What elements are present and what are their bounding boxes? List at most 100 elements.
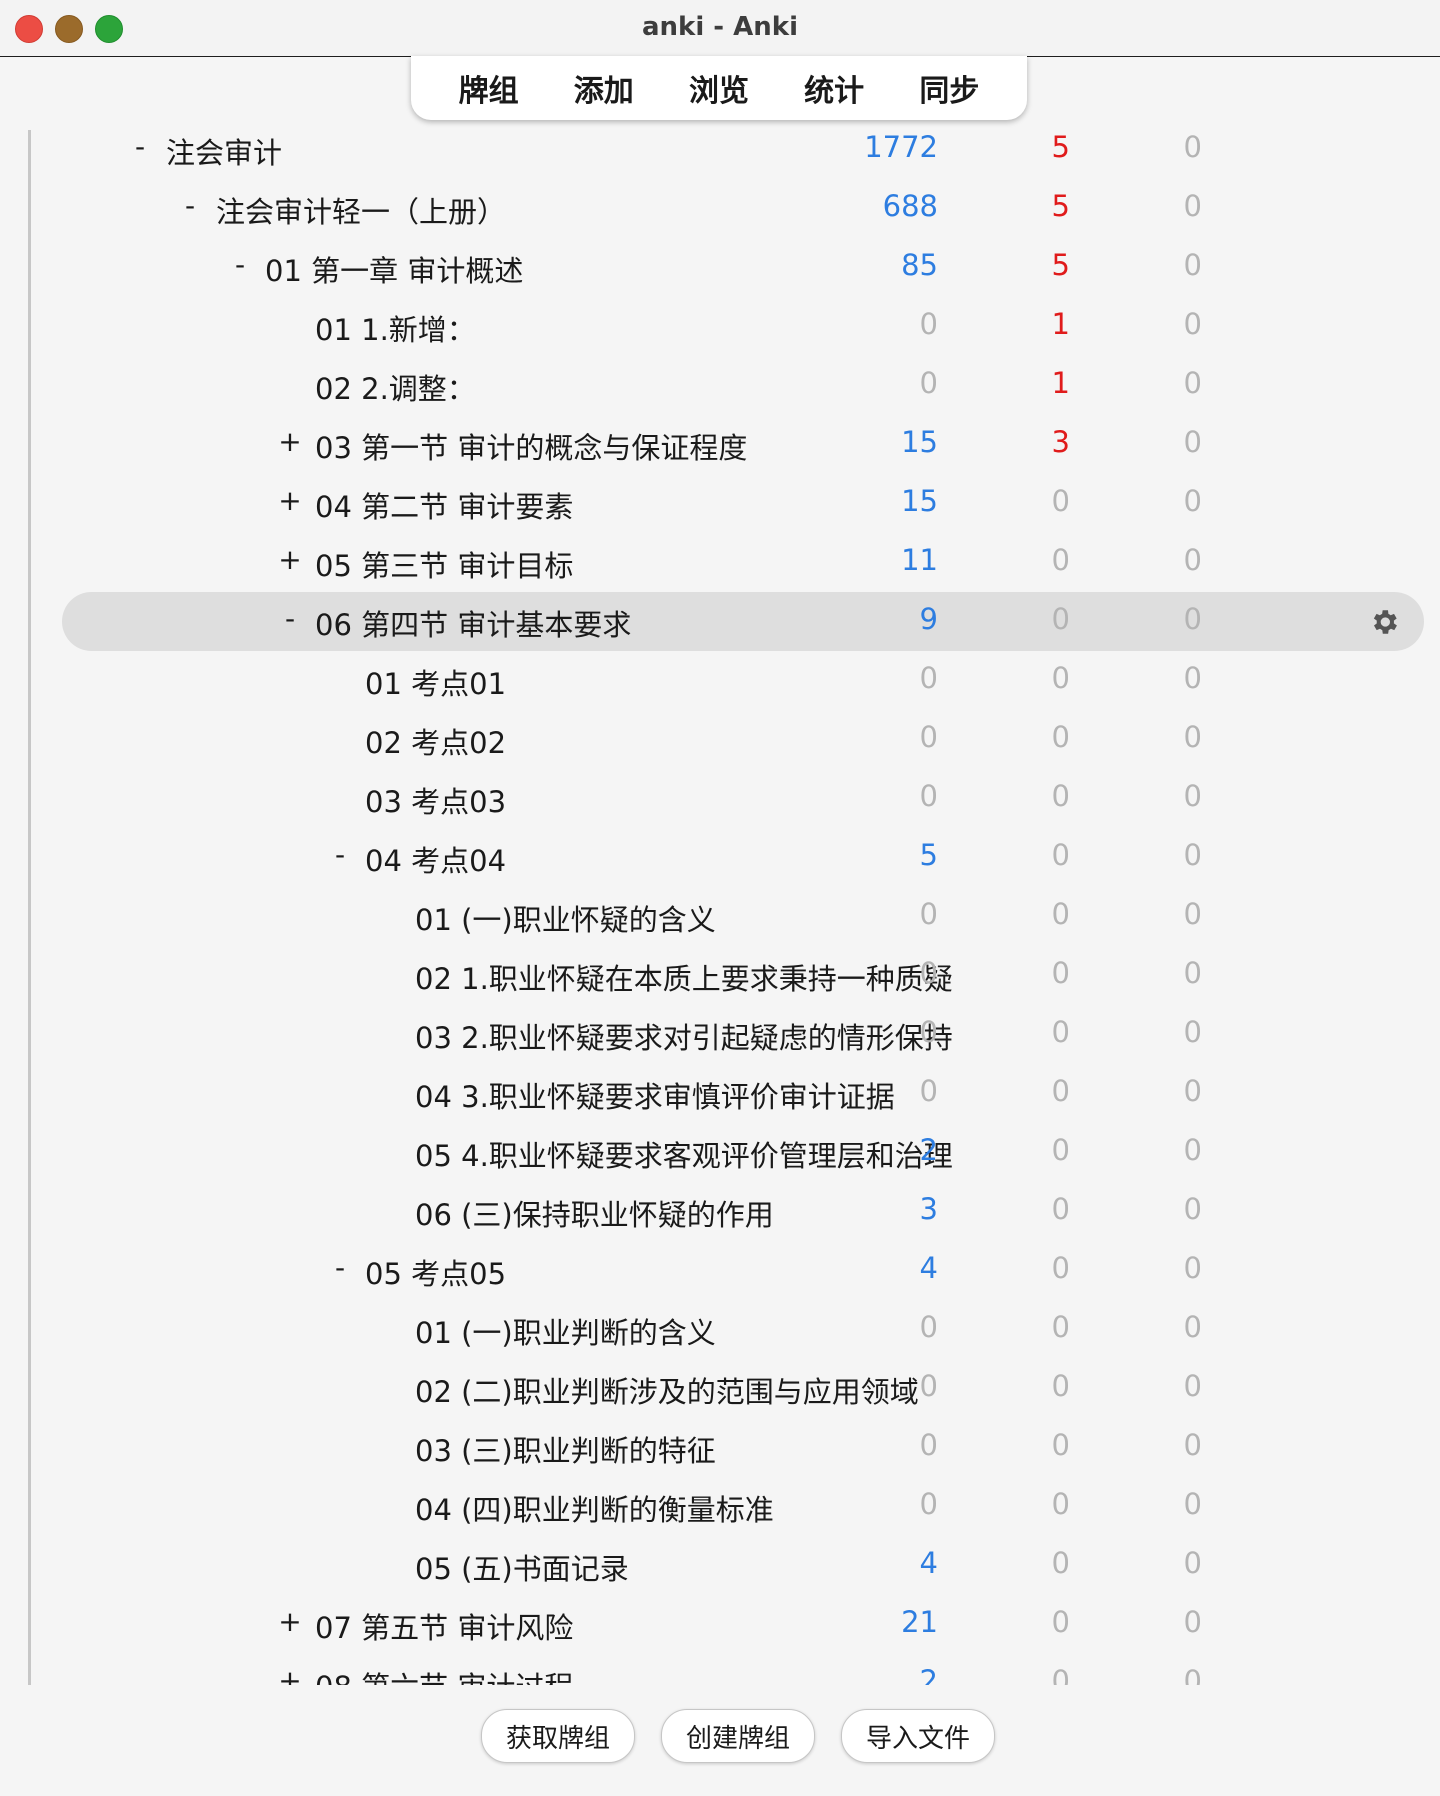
create-deck-button[interactable]: 创建牌组 [661,1709,815,1763]
new-count: 0 [919,307,938,341]
deck-row[interactable]: -04 考点04 5 0 0 [0,828,1440,887]
deck-list: - 注会审计 1772 5 0- 注会审计轻一（上册） 688 5 0-01 第一章 审计概述 8… [0,120,1440,1685]
deck-row[interactable]: 02 考点02 0 0 0 [0,710,1440,769]
deck-row[interactable]: -01 第一章 审计概述 85 5 0 [0,238,1440,297]
review-count: 0 [1183,130,1202,164]
deck-row[interactable]: 01 1.新增： 0 1 0 [0,297,1440,356]
collapse-toggle[interactable]: - [128,130,152,163]
learn-count: 0 [1051,661,1070,695]
deck-name[interactable]: 02 考点02 [365,720,506,762]
toolbar-decks[interactable]: 牌组 [453,60,525,116]
new-count: 0 [919,779,938,813]
deck-name[interactable]: 03 考点03 [365,779,506,821]
deck-name[interactable]: 01 (一)职业怀疑的含义 [415,897,716,939]
deck-row[interactable]: 02 1.职业怀疑在本质上要求秉持一种质疑 0 0 0 [0,946,1440,1005]
deck-name[interactable]: 01 (一)职业判断的含义 [415,1310,716,1352]
collapse-toggle[interactable]: - [328,1251,352,1284]
deck-row[interactable]: 03 考点03 0 0 0 [0,769,1440,828]
collapse-toggle[interactable]: - [228,248,252,281]
learn-count: 0 [1051,602,1070,636]
collapse-toggle[interactable]: + [278,543,302,576]
deck-row[interactable]: 04 (四)职业判断的衡量标准 0 0 0 [0,1477,1440,1536]
learn-count: 0 [1051,720,1070,754]
deck-name[interactable]: 01 考点01 [365,661,506,703]
deck-row[interactable]: 02 (二)职业判断涉及的范围与应用领域 0 0 0 [0,1359,1440,1418]
new-count: 4 [919,1251,938,1285]
new-count: 688 [882,189,938,223]
collapse-toggle[interactable]: - [178,189,202,222]
deck-row[interactable]: 01 (一)职业判断的含义 0 0 0 [0,1300,1440,1359]
deck-name[interactable]: 06 (三)保持职业怀疑的作用 [415,1192,774,1234]
deck-name[interactable]: 05 (五)书面记录 [415,1546,629,1588]
review-count: 0 [1183,484,1202,518]
deck-row[interactable]: +08 第六节 审计过程 2 0 0 [0,1654,1440,1685]
import-file-button[interactable]: 导入文件 [841,1709,995,1763]
new-count: 4 [919,1546,938,1580]
deck-name[interactable]: 08 第六节 审计过程 [315,1664,573,1685]
deck-row[interactable]: 04 3.职业怀疑要求审慎评价审计证据 0 0 0 [0,1064,1440,1123]
deck-row[interactable]: 05 (五)书面记录 4 0 0 [0,1536,1440,1595]
deck-row[interactable]: - 注会审计 1772 5 0 [0,120,1440,179]
toolbar-add[interactable]: 添加 [568,60,640,116]
deck-row[interactable]: -05 考点05 4 0 0 [0,1241,1440,1300]
review-count: 0 [1183,720,1202,754]
deck-row[interactable]: 02 2.调整： 0 1 0 [0,356,1440,415]
review-count: 0 [1183,1251,1202,1285]
collapse-toggle[interactable]: + [278,425,302,458]
deck-row[interactable]: 03 2.职业怀疑要求对引起疑虑的情形保持 0 0 0 [0,1005,1440,1064]
learn-count: 3 [1051,425,1070,459]
learn-count: 0 [1051,1664,1070,1685]
window-title: anki - Anki [642,12,798,42]
deck-name[interactable]: 01 第一章 审计概述 [265,248,523,290]
collapse-toggle[interactable]: + [278,484,302,517]
deck-row[interactable]: - 注会审计轻一（上册） 688 5 0 [0,179,1440,238]
anki-window: anki - Anki 牌组 添加 浏览 统计 同步 - 注会审计 1772 5 0- 注… [0,0,1440,1796]
new-count: 0 [919,720,938,754]
deck-row[interactable]: +03 第一节 审计的概念与保证程度 15 3 0 [0,415,1440,474]
deck-name[interactable]: 07 第五节 审计风险 [315,1605,573,1647]
new-count: 0 [919,956,938,990]
deck-row[interactable]: 01 (一)职业怀疑的含义 0 0 0 [0,887,1440,946]
get-shared-button[interactable]: 获取牌组 [481,1709,635,1763]
collapse-toggle[interactable]: - [278,602,302,635]
collapse-toggle[interactable]: + [278,1664,302,1685]
deck-name[interactable]: 06 第四节 审计基本要求 [315,602,631,644]
new-count: 15 [901,425,938,459]
new-count: 0 [919,897,938,931]
collapse-toggle[interactable]: + [278,1605,302,1638]
deck-row[interactable]: 03 (三)职业判断的特征 0 0 0 [0,1418,1440,1477]
deck-name[interactable]: 03 第一节 审计的概念与保证程度 [315,425,747,467]
deck-name[interactable]: 01 1.新增： [315,307,476,349]
deck-name[interactable]: 注会审计轻一（上册） [216,189,506,231]
deck-row[interactable]: +07 第五节 审计风险 21 0 0 [0,1595,1440,1654]
new-count: 0 [919,366,938,400]
learn-count: 0 [1051,1487,1070,1521]
review-count: 0 [1183,425,1202,459]
deck-row[interactable]: 01 考点01 0 0 0 [0,651,1440,710]
new-count: 0 [919,1428,938,1462]
deck-name[interactable]: 注会审计 [166,130,282,172]
new-count: 0 [919,1487,938,1521]
deck-name[interactable]: 05 考点05 [365,1251,506,1293]
toolbar-stats[interactable]: 统计 [798,60,870,116]
gear-icon[interactable] [1368,606,1400,638]
new-count: 0 [919,1074,938,1108]
deck-row[interactable]: +05 第三节 审计目标 11 0 0 [0,533,1440,592]
toolbar-browse[interactable]: 浏览 [683,60,755,116]
deck-name[interactable]: 05 第三节 审计目标 [315,543,573,585]
deck-name[interactable]: 03 (三)职业判断的特征 [415,1428,716,1470]
deck-name[interactable]: 04 第二节 审计要素 [315,484,573,526]
deck-name[interactable]: 04 考点04 [365,838,506,880]
deck-row[interactable]: +04 第二节 审计要素 15 0 0 [0,474,1440,533]
learn-count: 0 [1051,956,1070,990]
new-count: 2 [919,1133,938,1167]
deck-name[interactable]: 02 2.调整： [315,366,476,408]
learn-count: 0 [1051,1251,1070,1285]
collapse-toggle[interactable]: - [328,838,352,871]
deck-row[interactable]: 05 4.职业怀疑要求客观评价管理层和治理 2 0 0 [0,1123,1440,1182]
deck-name[interactable]: 04 (四)职业判断的衡量标准 [415,1487,774,1529]
toolbar-sync[interactable]: 同步 [913,60,985,116]
learn-count: 0 [1051,1192,1070,1226]
deck-row-current[interactable]: -06 第四节 审计基本要求 9 0 0 [62,592,1424,651]
deck-row[interactable]: 06 (三)保持职业怀疑的作用 3 0 0 [0,1182,1440,1241]
